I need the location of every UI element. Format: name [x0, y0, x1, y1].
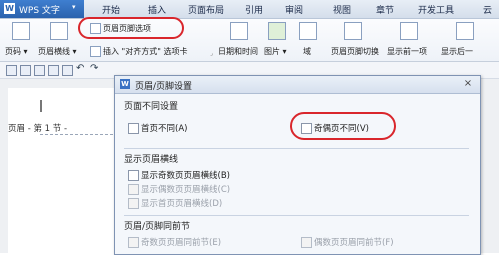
header-footer-settings-dialog: W 页眉/页脚设置 × 页面不同设置 首页不同(A) 奇偶页不同(V) 显示页眉…: [114, 75, 481, 255]
odd-header-same-checkbox[interactable]: [128, 237, 139, 248]
redo-icon[interactable]: ↷: [90, 63, 98, 74]
tab-home[interactable]: 开始: [102, 3, 120, 16]
tab-references[interactable]: 引用: [245, 3, 263, 16]
chevron-down-icon: ▾: [72, 3, 76, 11]
field-icon: [299, 22, 317, 40]
show-previous-icon: [400, 22, 418, 40]
picture-icon: [268, 22, 286, 40]
close-icon[interactable]: ×: [462, 78, 474, 90]
tab-developer[interactable]: 开发工具: [418, 3, 454, 16]
divider: [124, 215, 469, 216]
show-next-icon: [456, 22, 474, 40]
header-line-icon: [50, 22, 68, 40]
show-first-header-line-checkbox[interactable]: [128, 198, 139, 209]
highlight-oval-odd-even: [290, 112, 396, 140]
dialog-title-bar[interactable]: W 页眉/页脚设置 ×: [115, 76, 480, 94]
tab-view[interactable]: 视图: [333, 3, 351, 16]
ribbon: 页码 ▾ 页眉横线 ▾ 页眉页脚选项 插入 "对齐方式" 选项卡 ⌟ 日期和时间…: [0, 17, 499, 62]
app-name: WPS 文字: [19, 6, 60, 16]
new-document-icon[interactable]: [6, 65, 17, 76]
print-preview-icon[interactable]: [62, 65, 73, 76]
save-icon[interactable]: [34, 65, 45, 76]
document-page[interactable]: 页眉 - 第 1 节 -: [8, 88, 121, 253]
insert-align-tab-button[interactable]: 插入 "对齐方式" 选项卡: [103, 46, 187, 57]
tab-insert[interactable]: 插入: [148, 3, 166, 16]
tab-page-layout[interactable]: 页面布局: [188, 3, 224, 16]
wps-app-menu-button[interactable]: W WPS 文字 ▾: [0, 0, 84, 18]
even-header-same-label: 偶数页页眉同前节(F): [314, 238, 394, 248]
show-odd-header-line-label: 显示奇数页页眉横线(B): [141, 171, 230, 181]
show-first-header-line-label: 显示首页页眉横线(D): [141, 199, 223, 209]
wps-logo-icon: W: [120, 79, 130, 89]
header-line-button[interactable]: 页眉横线 ▾: [38, 46, 77, 57]
wps-logo-icon: W: [4, 3, 15, 14]
group-page-different: 页面不同设置: [124, 102, 179, 112]
corner-mark: [40, 100, 42, 112]
show-previous-button[interactable]: 显示前一项: [387, 46, 427, 57]
odd-header-same-label: 奇数页页眉同前节(E): [141, 238, 222, 248]
menu-bar: W WPS 文字 ▾ 开始 插入 页面布局 引用 审阅 视图 章节 开发工具 云: [0, 0, 499, 19]
show-next-button[interactable]: 显示后一: [441, 46, 473, 57]
tab-chapter[interactable]: 章节: [376, 3, 394, 16]
header-boundary: [40, 134, 118, 135]
tab-review[interactable]: 审阅: [285, 3, 303, 16]
print-icon[interactable]: [48, 65, 59, 76]
field-button[interactable]: 域: [303, 46, 311, 57]
group-header-line: 显示页眉横线: [124, 155, 179, 165]
page-number-icon: [12, 22, 30, 40]
even-header-same-checkbox[interactable]: [301, 237, 312, 248]
picture-button[interactable]: 图片 ▾: [264, 46, 287, 57]
show-even-header-line-checkbox[interactable]: [128, 184, 139, 195]
insert-align-tab-icon: [90, 46, 101, 57]
highlight-oval-options: [78, 17, 184, 39]
dialog-title: 页眉/页脚设置: [135, 82, 193, 92]
calendar-icon: [230, 22, 248, 40]
first-page-different-label: 首页不同(A): [141, 124, 188, 134]
dialog-launcher-icon[interactable]: ⌟: [210, 50, 213, 57]
open-folder-icon[interactable]: [20, 65, 31, 76]
switch-header-footer-icon: [344, 22, 362, 40]
page-number-button[interactable]: 页码 ▾: [5, 46, 28, 57]
tab-cloud[interactable]: 云: [483, 3, 492, 16]
divider: [124, 148, 469, 149]
show-odd-header-line-checkbox[interactable]: [128, 170, 139, 181]
first-page-different-checkbox[interactable]: [128, 123, 139, 134]
date-time-button[interactable]: 日期和时间: [218, 46, 258, 57]
header-section-label: 页眉 - 第 1 节 -: [8, 124, 68, 134]
undo-icon[interactable]: ↶: [76, 63, 84, 74]
switch-header-footer-button[interactable]: 页眉页脚切换: [331, 46, 379, 57]
show-even-header-line-label: 显示偶数页页眉横线(C): [141, 185, 231, 195]
group-same-as-previous: 页眉/页脚同前节: [124, 222, 191, 232]
